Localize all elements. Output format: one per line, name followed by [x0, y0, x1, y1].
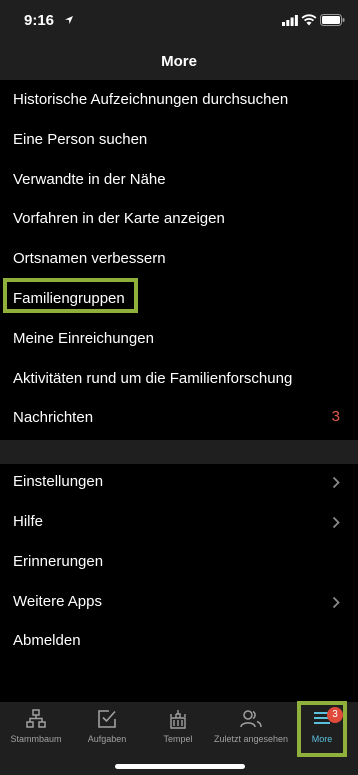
tab-aufgaben[interactable]: Aufgaben — [72, 702, 142, 752]
cellular-signal-icon — [282, 15, 298, 26]
menu-item-label: Historische Aufzeichnungen durchsuchen — [13, 91, 289, 108]
tree-icon — [26, 709, 46, 728]
people-icon — [240, 710, 262, 728]
menu-item-label: Hilfe — [13, 513, 44, 530]
tab-stammbaum[interactable]: Stammbaum — [0, 702, 72, 752]
tab-label: Tempel — [163, 734, 193, 744]
menu-item-memories[interactable]: Erinnerungen — [0, 542, 358, 582]
tab-label: Zuletzt angesehen — [213, 734, 289, 744]
section-divider — [0, 440, 358, 464]
battery-icon — [320, 14, 345, 26]
menu-item-settings[interactable]: Einstellungen — [0, 462, 358, 502]
menu-item-label: Weitere Apps — [13, 593, 102, 610]
menu-item-family-history-activities[interactable]: Aktivitäten rund um die Familienforschun… — [0, 359, 358, 399]
menu-item-my-submissions[interactable]: Meine Einreichungen — [0, 319, 358, 359]
wifi-icon — [301, 14, 317, 26]
home-indicator[interactable] — [115, 764, 245, 769]
tab-label: Stammbaum — [10, 734, 62, 744]
tab-tempel[interactable]: Tempel — [142, 702, 214, 752]
status-time: 9:16 — [24, 12, 55, 29]
menu-item-label: Verwandte in der Nähe — [13, 171, 166, 188]
menu-item-label: Einstellungen — [13, 473, 104, 490]
menu-item-ancestors-map[interactable]: Vorfahren in der Karte anzeigen — [0, 199, 358, 239]
notification-badge: 3 — [327, 707, 343, 723]
messages-count-badge: 3 — [331, 408, 340, 425]
menu-item-label: Erinnerungen — [13, 553, 104, 570]
menu-item-more-apps[interactable]: Weitere Apps — [0, 582, 358, 622]
menu-item-historical-records[interactable]: Historische Aufzeichnungen durchsuchen — [0, 80, 358, 120]
menu-item-improve-place-names[interactable]: Ortsnamen verbessern — [0, 239, 358, 279]
menu-item-label: Meine Einreichungen — [13, 330, 154, 347]
checklist-icon — [98, 710, 116, 728]
menu-item-sign-out[interactable]: Abmelden — [0, 621, 358, 661]
menu-item-label: Eine Person suchen — [13, 131, 148, 148]
menu-item-label: Nachrichten — [13, 409, 94, 426]
menu-item-find-person[interactable]: Eine Person suchen — [0, 120, 358, 160]
chevron-right-icon — [332, 476, 340, 489]
menu-item-label: Familiengruppen — [13, 290, 125, 307]
location-arrow-icon — [65, 16, 73, 24]
chevron-right-icon — [332, 516, 340, 529]
menu-item-label: Aktivitäten rund um die Familienforschun… — [13, 370, 293, 387]
menu-item-relatives-nearby[interactable]: Verwandte in der Nähe — [0, 160, 358, 200]
menu-item-label: Vorfahren in der Karte anzeigen — [13, 210, 225, 227]
menu-item-messages[interactable]: Nachrichten 3 — [0, 398, 358, 438]
menu-item-label: Ortsnamen verbessern — [13, 250, 166, 267]
temple-icon — [170, 710, 186, 729]
navigation-bar: More — [0, 42, 358, 80]
tab-zuletzt-angesehen[interactable]: Zuletzt angesehen — [210, 702, 292, 752]
menu-item-family-groups[interactable]: Familiengruppen — [0, 278, 358, 319]
status-bar: 9:16 — [0, 0, 358, 42]
menu-item-label: Abmelden — [13, 632, 81, 649]
page-title: More — [161, 53, 197, 70]
chevron-right-icon — [332, 596, 340, 609]
menu-item-help[interactable]: Hilfe — [0, 502, 358, 542]
tab-label: Aufgaben — [87, 734, 127, 744]
